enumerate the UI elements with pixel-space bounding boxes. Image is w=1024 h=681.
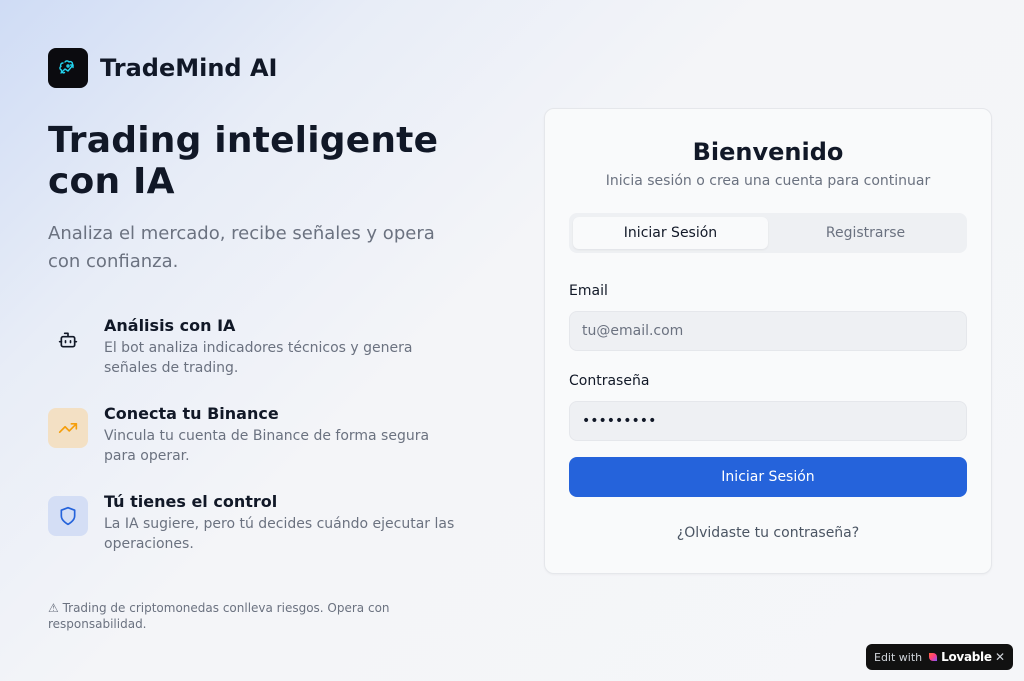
feature-description: El bot analiza indicadores técnicos y ge…: [104, 340, 413, 376]
robot-icon: [48, 320, 88, 360]
email-input[interactable]: [569, 311, 967, 351]
password-input[interactable]: [569, 401, 967, 441]
hero-panel: TradeMind AI Trading inteligente con IA …: [48, 48, 488, 584]
shield-icon: [48, 496, 88, 536]
email-label: Email: [569, 283, 608, 299]
feature-title: Análisis con IA: [104, 316, 236, 335]
lovable-badge[interactable]: Edit with Lovable ✕: [866, 644, 1013, 670]
feature-control: Tú tienes el control La IA sugiere, pero…: [48, 492, 488, 584]
brand: TradeMind AI: [48, 48, 488, 88]
auth-tabs: Iniciar Sesión Registrarse: [569, 213, 967, 253]
auth-card: Bienvenido Inicia sesión o crea una cuen…: [544, 108, 992, 574]
feature-binance: Conecta tu Binance Vincula tu cuenta de …: [48, 404, 488, 496]
feature-list: Análisis con IA El bot analiza indicador…: [48, 316, 488, 584]
forgot-password-link[interactable]: ¿Olvidaste tu contraseña?: [545, 525, 991, 541]
trending-up-icon: [48, 408, 88, 448]
tab-login[interactable]: Iniciar Sesión: [573, 217, 768, 249]
badge-prefix: Edit with: [874, 650, 923, 664]
password-group: Contraseña: [569, 371, 967, 441]
close-icon[interactable]: ✕: [995, 650, 1005, 664]
feature-title: Conecta tu Binance: [104, 404, 279, 423]
feature-description: Vincula tu cuenta de Binance de forma se…: [104, 428, 430, 464]
brain-chart-icon: [48, 48, 88, 88]
lovable-heart-icon: [929, 653, 938, 661]
badge-brand: Lovable: [941, 650, 992, 664]
risk-disclaimer: ⚠ Trading de criptomonedas conlleva ries…: [48, 601, 390, 631]
hero-subtitle: Analiza el mercado, recibe señales y ope…: [48, 223, 435, 272]
card-title: Bienvenido: [692, 138, 844, 166]
password-label: Contraseña: [569, 373, 650, 389]
card-subtitle: Inicia sesión o crea una cuenta para con…: [605, 173, 931, 189]
feature-ai-analysis: Análisis con IA El bot analiza indicador…: [48, 316, 488, 408]
feature-description: La IA sugiere, pero tú decides cuándo ej…: [104, 516, 455, 552]
tab-register[interactable]: Registrarse: [768, 217, 963, 249]
login-button[interactable]: Iniciar Sesión: [569, 457, 967, 497]
email-group: Email: [569, 281, 967, 351]
feature-title: Tú tienes el control: [104, 492, 278, 511]
brand-name: TradeMind AI: [100, 54, 278, 82]
hero-title: Trading inteligente con IA: [48, 120, 439, 202]
